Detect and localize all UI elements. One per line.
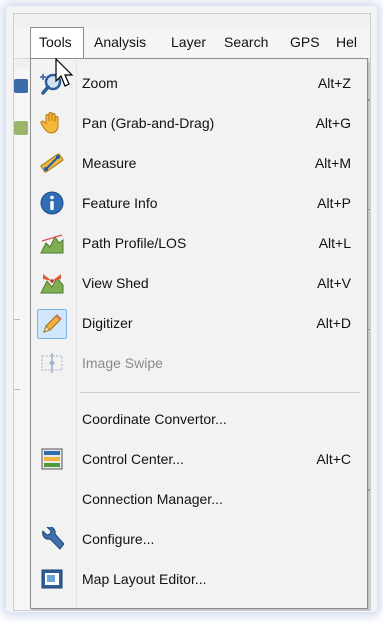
- menu-item-shortcut: Alt+V: [317, 275, 351, 291]
- menu-item-shortcut: Alt+C: [316, 451, 351, 467]
- menu-item-label: Configure...: [82, 531, 155, 547]
- menu-item-measure[interactable]: Measure Alt+M: [31, 143, 367, 183]
- map-layout-icon: [40, 567, 64, 591]
- tools-dropdown-menu: Zoom Alt+Z Pan (Grab-and-Drag) Alt+G Mea…: [30, 58, 368, 609]
- menu-item-digitizer[interactable]: Digitizer Alt+D: [31, 303, 367, 343]
- info-icon: [40, 191, 64, 215]
- menu-item-label: Digitizer: [82, 315, 133, 331]
- menu-item-feature-info[interactable]: Feature Info Alt+P: [31, 183, 367, 223]
- menu-item-pan[interactable]: Pan (Grab-and-Drag) Alt+G: [31, 103, 367, 143]
- menu-item-label: Connection Manager...: [82, 491, 223, 507]
- menu-item-label: Measure: [82, 155, 137, 171]
- menu-item-label: Control Center...: [82, 451, 184, 467]
- pan-hand-icon: [40, 111, 64, 135]
- wrench-icon: [40, 526, 65, 551]
- mouse-cursor-icon: [55, 58, 74, 87]
- menu-item-coordinate-convertor[interactable]: Coordinate Convertor...: [31, 399, 367, 439]
- menu-tools[interactable]: Tools: [30, 27, 84, 58]
- menu-item-label: Map Layout Editor...: [82, 571, 207, 587]
- menu-item-view-shed[interactable]: View Shed Alt+V: [31, 263, 367, 303]
- menu-item-label: View Shed: [82, 275, 149, 291]
- control-center-icon: [40, 447, 64, 471]
- menu-item-label: Path Profile/LOS: [82, 235, 187, 251]
- menu-item-label: Coordinate Convertor...: [82, 411, 227, 427]
- menu-search[interactable]: Search: [216, 27, 276, 58]
- ruler-icon: [40, 151, 64, 175]
- menu-gps[interactable]: GPS: [282, 27, 328, 58]
- menu-item-connection-manager[interactable]: Connection Manager...: [31, 479, 367, 519]
- toolbar-map-icon[interactable]: [14, 79, 28, 93]
- menu-item-configure[interactable]: Configure...: [31, 519, 367, 559]
- menu-bar: Tools Analysis Layer Search GPS Hel: [14, 27, 370, 59]
- menu-item-label: Zoom: [82, 75, 118, 91]
- path-profile-icon: [40, 231, 64, 255]
- menu-item-image-swipe: Image Swipe: [31, 343, 367, 383]
- pencil-icon: [37, 309, 67, 339]
- menu-item-control-center[interactable]: Control Center... Alt+C: [31, 439, 367, 479]
- menu-item-shortcut: Alt+Z: [317, 75, 351, 91]
- menu-item-shortcut: Alt+M: [314, 155, 351, 171]
- menu-layer[interactable]: Layer: [163, 27, 214, 58]
- menu-item-path-profile[interactable]: Path Profile/LOS Alt+L: [31, 223, 367, 263]
- menu-item-shortcut: Alt+G: [315, 115, 351, 131]
- menu-item-map-layout-editor[interactable]: Map Layout Editor...: [31, 559, 367, 599]
- image-swipe-icon: [40, 351, 64, 375]
- menu-item-label: Image Swipe: [82, 355, 163, 371]
- menu-item-shortcut: Alt+D: [316, 315, 351, 331]
- menu-item-shortcut: Alt+P: [317, 195, 351, 211]
- toolbar-chart-icon[interactable]: [14, 121, 28, 135]
- menu-item-label: Pan (Grab-and-Drag): [82, 115, 215, 131]
- menu-item-zoom[interactable]: Zoom Alt+Z: [31, 63, 367, 103]
- menu-item-label: Feature Info: [82, 195, 158, 211]
- view-shed-icon: [40, 271, 64, 295]
- menu-separator: [80, 392, 360, 393]
- menu-analysis[interactable]: Analysis: [86, 27, 154, 58]
- app-window: Tools Analysis Layer Search GPS Hel Zoom…: [13, 13, 371, 611]
- menu-item-shortcut: Alt+L: [318, 235, 351, 251]
- menu-help[interactable]: Hel: [328, 27, 365, 58]
